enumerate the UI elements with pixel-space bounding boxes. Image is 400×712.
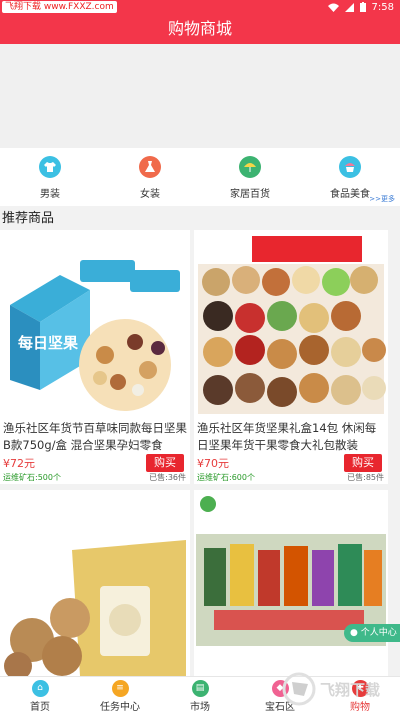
dress-icon xyxy=(139,156,161,178)
shirt-icon xyxy=(39,156,61,178)
category-womenswear[interactable]: 女装 xyxy=(100,148,200,206)
sold-count: 已售:85件 xyxy=(347,473,384,482)
person-icon: ● xyxy=(350,628,361,638)
status-icons: 7:58 xyxy=(327,0,394,14)
section-title: 推荐商品 xyxy=(2,211,55,226)
page-title: 购物商城 xyxy=(167,19,232,38)
product-image: 每日坚果 xyxy=(0,230,190,416)
product-card[interactable] xyxy=(194,490,388,676)
product-image-label: 每日坚果 xyxy=(18,334,79,352)
product-card[interactable]: 每日坚果 渔乐社区年货节百草味同款每日坚果B款750g/盒 混合坚果孕妇零食 ¥… xyxy=(0,230,190,484)
personal-center-button[interactable]: ● 个人中心 xyxy=(344,624,400,642)
category-menswear[interactable]: 男装 xyxy=(0,148,100,206)
watermark-badge: 飞翔下载 www.FXXZ.com xyxy=(2,1,117,13)
product-image xyxy=(194,230,388,416)
mine-reward: 运维矿石:500个 xyxy=(3,473,61,482)
market-icon: ▤ xyxy=(191,680,209,697)
tab-label: 任务中心 xyxy=(100,702,140,712)
banner[interactable] xyxy=(0,44,400,148)
product-title: 渔乐社区年货节百草味同款每日坚果B款750g/盒 混合坚果孕妇零食 xyxy=(3,421,187,452)
category-label: 家居百货 xyxy=(230,189,270,200)
product-card[interactable] xyxy=(0,490,190,676)
category-bar: 男装 女装 家居百货 食品美食 >>更多 xyxy=(0,148,400,206)
category-home-goods[interactable]: 家居百货 xyxy=(200,148,300,206)
status-bar: 飞翔下载 www.FXXZ.com 7:58 xyxy=(0,0,400,14)
more-link[interactable]: >>更多 xyxy=(369,194,395,204)
cupcake-icon xyxy=(339,156,361,178)
tab-tasks[interactable]: ≡ 任务中心 xyxy=(80,677,160,712)
product-price: ¥72元 xyxy=(3,457,35,470)
watermark-logo-text: 飞翔下载 xyxy=(320,681,380,699)
home-icon: ⌂ xyxy=(31,680,49,697)
category-label: 女装 xyxy=(140,189,160,200)
tab-label: 市场 xyxy=(190,702,210,712)
wifi-icon xyxy=(327,3,339,12)
product-image xyxy=(0,490,190,676)
task-icon: ≡ xyxy=(111,680,129,697)
product-image xyxy=(194,490,388,676)
tab-label: 首页 xyxy=(30,702,50,712)
product-title: 渔乐社区年货坚果礼盒14包 休闲每日坚果年货干果零食大礼包散装 xyxy=(197,421,377,452)
sold-count: 已售:36件 xyxy=(149,473,186,482)
category-label: 食品美食 xyxy=(330,189,370,200)
umbrella-icon xyxy=(239,156,261,178)
buy-button[interactable]: 购买 xyxy=(344,454,382,472)
tab-home[interactable]: ⌂ 首页 xyxy=(0,677,80,712)
app-bar: 购物商城 xyxy=(0,14,400,44)
mine-reward: 运维矿石:600个 xyxy=(197,473,255,482)
signal-icon xyxy=(344,2,354,12)
product-card[interactable]: 渔乐社区年货坚果礼盒14包 休闲每日坚果年货干果零食大礼包散装 ¥70元 购买 … xyxy=(194,230,388,484)
tab-market[interactable]: ▤ 市场 xyxy=(160,677,240,712)
buy-button[interactable]: 购买 xyxy=(146,454,184,472)
clock: 7:58 xyxy=(371,1,394,13)
battery-icon xyxy=(359,2,366,12)
product-price: ¥70元 xyxy=(197,457,229,470)
category-label: 男装 xyxy=(40,189,60,200)
watermark-logo: 飞翔下载 xyxy=(282,672,380,706)
personal-center-label: 个人中心 xyxy=(360,628,397,638)
